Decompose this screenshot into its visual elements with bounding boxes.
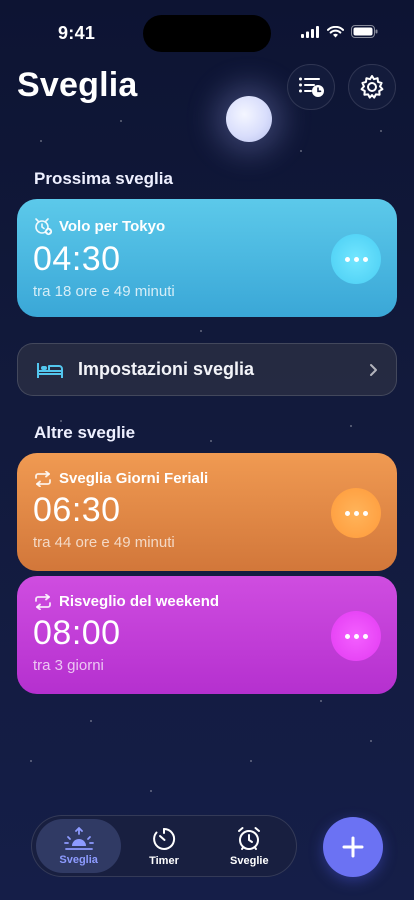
alarm-add-icon (35, 218, 53, 236)
list-clock-icon (299, 77, 324, 97)
moon-icon (226, 96, 272, 142)
alarm-list-button[interactable] (287, 64, 335, 110)
status-time: 9:41 (58, 23, 96, 43)
dynamic-island (143, 15, 271, 52)
gear-icon (360, 75, 384, 99)
add-alarm-button[interactable] (323, 817, 383, 877)
alarm-settings-row[interactable]: Impostazioni sveglia (17, 343, 397, 396)
more-dots-icon (344, 510, 350, 516)
section-other-alarms: Altre sveglie (34, 423, 136, 442)
bed-icon (37, 362, 63, 378)
alarm-card-weekend[interactable]: Risveglio del weekend 08:00 tra 3 giorni (17, 576, 397, 694)
repeat-icon (35, 593, 51, 610)
section-next-alarm: Prossima sveglia (34, 169, 173, 188)
tab-timer[interactable]: Timer (121, 819, 206, 873)
cellular-signal-icon (301, 25, 319, 38)
alarm-card-weekday[interactable]: Sveglia Giorni Feriali 06:30 tra 44 ore … (17, 453, 397, 571)
tab-sveglia[interactable]: Sveglia (36, 819, 122, 873)
next-alarm-label: Volo per Tokyo (59, 217, 166, 235)
battery-icon (351, 25, 378, 38)
alarm-more-button[interactable] (331, 488, 381, 538)
plus-icon (342, 836, 364, 858)
status-bar: 9:41 (0, 0, 414, 60)
tab-bar: Sveglia Timer Sveglie (31, 815, 297, 877)
chevron-right-icon (370, 363, 377, 376)
tab-sveglie[interactable]: Sveglie (207, 819, 292, 873)
timer-icon (153, 827, 176, 850)
next-alarm-card[interactable]: Volo per Tokyo 04:30 tra 18 ore e 49 min… (17, 199, 397, 317)
alarm-countdown: tra 3 giorni (33, 657, 104, 674)
tab-label: Sveglia (59, 853, 98, 866)
next-alarm-time: 04:30 (33, 240, 121, 278)
alarm-settings-label: Impostazioni sveglia (78, 359, 255, 379)
star-background (0, 0, 414, 900)
more-dots-icon (344, 633, 350, 639)
sunrise-icon (63, 826, 94, 850)
tab-label: Sveglie (230, 854, 269, 867)
alarm-time: 06:30 (33, 491, 121, 529)
tab-label: Timer (149, 854, 179, 867)
alarm-label: Risveglio del weekend (59, 593, 220, 610)
status-icons (301, 25, 378, 38)
settings-button[interactable] (348, 64, 396, 110)
repeat-icon (35, 470, 51, 487)
wifi-icon (327, 25, 344, 37)
alarm-countdown: tra 44 ore e 49 minuti (33, 534, 175, 551)
alarm-clock-icon (238, 826, 261, 850)
more-dots-icon (344, 256, 350, 262)
alarm-time: 08:00 (33, 614, 121, 652)
alarm-more-button[interactable] (331, 611, 381, 661)
next-alarm-countdown: tra 18 ore e 49 minuti (33, 283, 175, 300)
next-alarm-more-button[interactable] (331, 234, 381, 284)
page-title: Sveglia (17, 66, 138, 104)
alarm-label: Sveglia Giorni Feriali (59, 470, 209, 487)
